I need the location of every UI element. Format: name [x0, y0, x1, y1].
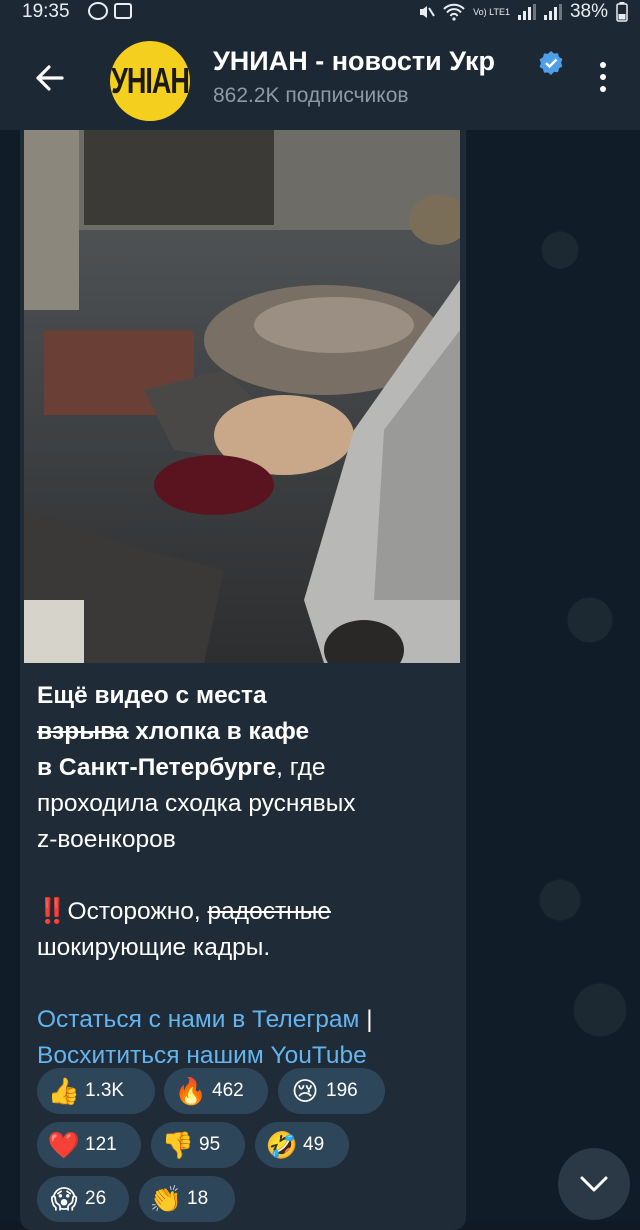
battery-percent: 38%: [569, 1, 608, 22]
reaction-heart[interactable]: ❤️ 121: [37, 1122, 141, 1168]
channel-title[interactable]: УНИАН - новости Укр: [213, 46, 543, 77]
youtube-link[interactable]: Восхититься нашим YouTube: [37, 1042, 367, 1069]
clapping-hands-icon: 👏: [149, 1184, 183, 1214]
reaction-count: 462: [212, 1080, 244, 1101]
text-strike-1: взрыва: [37, 718, 129, 745]
signal-icon-2: [543, 4, 562, 20]
battery-icon: [616, 2, 628, 22]
text-line-5: z-военкоров: [37, 826, 176, 853]
whatsapp-icon: [88, 2, 108, 20]
reaction-count: 95: [199, 1134, 221, 1155]
crying-face-icon: 😢: [291, 1076, 319, 1106]
reaction-count: 121: [85, 1134, 117, 1155]
channel-header: УНIАН УНИАН - новости Укр 862.2K подписч…: [0, 26, 640, 130]
reaction-crying[interactable]: 😢 196: [278, 1068, 385, 1114]
wifi-icon: [443, 3, 465, 21]
gallery-icon: [114, 3, 132, 19]
reaction-count: 196: [326, 1080, 358, 1101]
subscriber-count: 862.2K подписчиков: [213, 84, 409, 107]
mute-icon: [420, 6, 435, 18]
more-vertical-icon[interactable]: [596, 62, 610, 98]
fire-icon: 🔥: [174, 1076, 208, 1106]
reaction-scream[interactable]: 😱 26: [37, 1176, 129, 1222]
telegram-link[interactable]: Остаться с нами в Телеграм: [37, 1006, 359, 1033]
thumbs-down-icon: 👎: [161, 1130, 195, 1160]
status-bar: 19:35 Vo) LTE1 38%: [0, 0, 640, 26]
reaction-rofl[interactable]: 🤣 49: [255, 1122, 349, 1168]
reaction-count: 49: [303, 1134, 325, 1155]
reaction-thumbs-up[interactable]: 👍 1.3K: [37, 1068, 155, 1114]
signal-icon-1: [517, 4, 536, 20]
warning-text: Осторожно,: [67, 898, 208, 925]
warning-emoji-icon: ‼️: [37, 898, 68, 925]
reaction-fire[interactable]: 🔥 462: [164, 1068, 268, 1114]
warning-strike: радостные: [207, 898, 331, 925]
avatar-logo-text: УНIАН: [111, 60, 190, 101]
reaction-count: 1.3K: [85, 1080, 125, 1101]
text-line-4: проходила сходка руснявых: [37, 790, 356, 817]
arrow-left-icon[interactable]: [30, 58, 70, 98]
text-line-1: Ещё видео с места: [37, 682, 267, 709]
network-label: Vo) LTE1: [473, 6, 510, 17]
reaction-thumbs-down[interactable]: 👎 95: [151, 1122, 245, 1168]
rofl-face-icon: 🤣: [265, 1130, 299, 1160]
channel-avatar[interactable]: УНIАН: [110, 41, 190, 121]
text-line-3-bold: в Санкт-Петербурге: [37, 754, 277, 781]
reaction-count: 18: [187, 1188, 209, 1209]
text-line-3: , где: [276, 754, 326, 781]
reaction-clap[interactable]: 👏 18: [139, 1176, 235, 1222]
thumbs-up-icon: 👍: [47, 1076, 81, 1106]
video-preview[interactable]: [24, 130, 460, 663]
video-frame-image: [24, 130, 460, 663]
chevron-down-icon: [580, 1176, 608, 1192]
scroll-down-button[interactable]: [558, 1148, 630, 1220]
message-text: Ещё видео с места взрыва хлопка в кафе в…: [37, 678, 447, 1074]
reaction-count: 26: [85, 1188, 107, 1209]
status-time: 19:35: [22, 1, 70, 22]
warning-line-2: шокирующие кадры.: [37, 934, 271, 961]
heart-icon: ❤️: [47, 1130, 81, 1160]
verified-badge-icon: [539, 51, 563, 75]
link-separator: |: [359, 1006, 373, 1033]
screaming-face-icon: 😱: [50, 1184, 78, 1214]
text-line-2: хлопка в кафе: [128, 718, 310, 745]
